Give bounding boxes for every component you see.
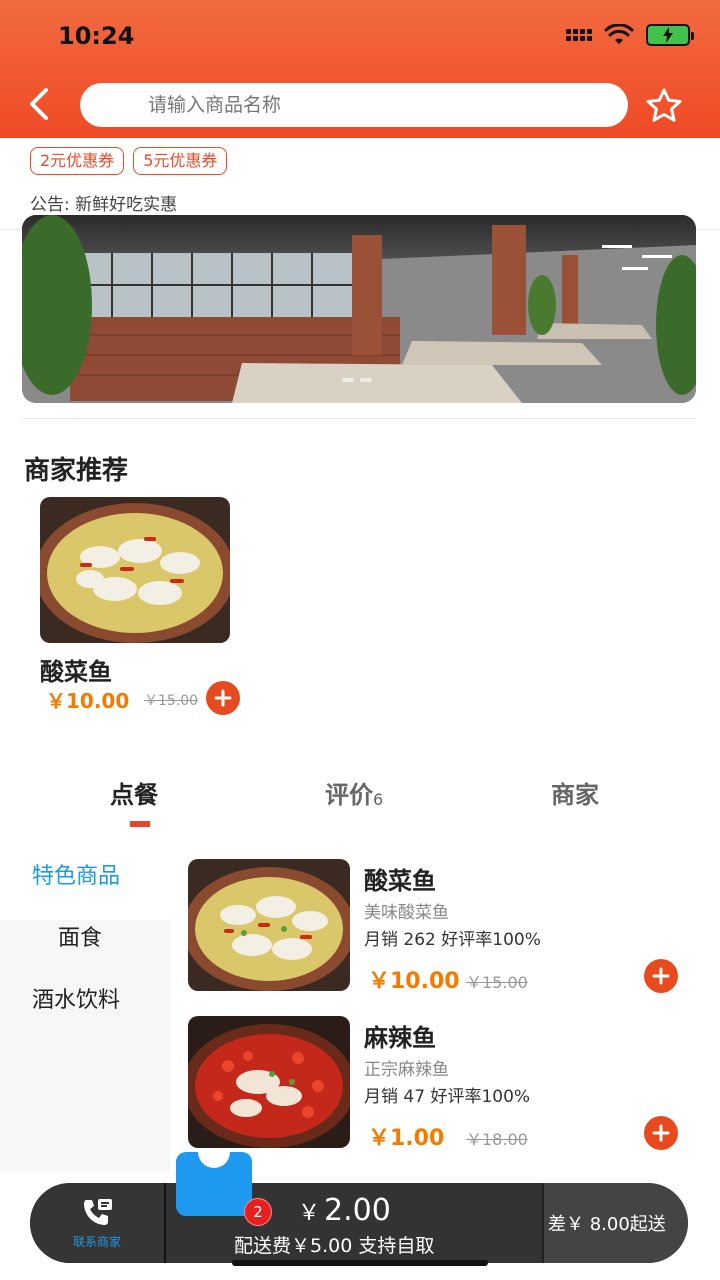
wifi-icon [604, 24, 634, 44]
status-time: 10:24 [58, 22, 135, 50]
tab-reviews[interactable]: 评价6 [325, 775, 383, 810]
add-to-cart-button[interactable] [644, 1116, 678, 1150]
notice-text: 公告: 新鲜好吃实惠 [30, 195, 178, 215]
coupon-list: 2元优惠券 5元优惠券 [30, 147, 228, 175]
plus-icon [652, 1124, 670, 1142]
divider [22, 418, 696, 419]
coupon-2[interactable]: 2元优惠券 [30, 147, 125, 175]
back-arrow-icon[interactable] [22, 84, 58, 124]
recommend-item-price: ￥10.00 [46, 689, 130, 713]
product-stats: 月销 262 好评率100% [364, 930, 541, 950]
recommend-item-old-price: ￥15.00 [144, 693, 199, 709]
category-drinks[interactable]: 酒水饮料 [32, 982, 120, 1014]
cart-total: ￥ 2.00 [298, 1193, 391, 1228]
product-desc: 正宗麻辣鱼 [364, 1060, 449, 1080]
category-noodles[interactable]: 面食 [58, 920, 102, 952]
product-name: 酸菜鱼 [364, 867, 436, 895]
coupon-5[interactable]: 5元优惠券 [133, 147, 228, 175]
spicy-fish-image[interactable] [188, 1016, 350, 1148]
product-item[interactable]: 酸菜鱼 美味酸菜鱼 月销 262 好评率100% ￥10.00 ￥15.00 [188, 859, 708, 994]
header: 10:24 [0, 0, 720, 138]
product-old-price: ￥15.00 [466, 973, 528, 992]
recommend-card[interactable]: 酸菜鱼 ￥10.00 ￥15.00 [40, 497, 240, 715]
cart-bag-icon[interactable] [176, 1150, 252, 1216]
contact-label: 联系商家 [72, 1234, 121, 1249]
banner-image[interactable] [22, 215, 696, 403]
recommend-title: 商家推荐 [24, 456, 129, 486]
home-indicator [232, 1260, 488, 1266]
favorite-star-icon[interactable] [644, 86, 684, 126]
product-price: ￥10.00 [368, 969, 460, 994]
cart-bar: 联系商家 ￥ 2.00 配送费￥5.00 支持自取 差￥ 8.00起送 [30, 1183, 688, 1263]
product-stats: 月销 47 好评率100% [364, 1087, 531, 1107]
product-desc: 美味酸菜鱼 [364, 903, 449, 923]
pickled-fish-image[interactable] [40, 497, 230, 643]
search-bar[interactable] [80, 83, 628, 127]
add-to-cart-button[interactable] [644, 959, 678, 993]
signal-icon [566, 29, 592, 41]
recommend-item-name: 酸菜鱼 [40, 658, 112, 686]
phone-icon [84, 1198, 112, 1225]
banner-pagination [342, 378, 372, 382]
tab-shop[interactable]: 商家 [551, 775, 599, 810]
tab-order[interactable]: 点餐 [110, 775, 158, 810]
product-item[interactable]: 麻辣鱼 正宗麻辣鱼 月销 47 好评率100% ￥1.00 ￥18.00 [188, 1016, 708, 1151]
plus-icon [214, 689, 232, 707]
product-old-price: ￥18.00 [466, 1130, 528, 1149]
tab-bar: 点餐 评价6 商家 [0, 775, 720, 831]
contact-merchant-button[interactable]: 联系商家 [30, 1183, 166, 1263]
min-order-button[interactable]: 差￥ 8.00起送 [542, 1183, 688, 1263]
product-name: 麻辣鱼 [364, 1024, 436, 1052]
tab-indicator [130, 821, 150, 827]
plus-icon [652, 967, 670, 985]
pickled-fish-image[interactable] [188, 859, 350, 991]
add-to-cart-button[interactable] [206, 681, 240, 715]
product-price: ￥1.00 [368, 1126, 445, 1151]
reviews-count: 6 [373, 790, 384, 809]
battery-icon [646, 24, 694, 46]
delivery-fee-text: 配送费￥5.00 支持自取 [234, 1235, 435, 1257]
category-featured[interactable]: 特色商品 [32, 858, 120, 890]
cart-count-badge: 2 [244, 1198, 272, 1226]
status-icons [566, 24, 694, 46]
search-input[interactable] [80, 83, 628, 127]
